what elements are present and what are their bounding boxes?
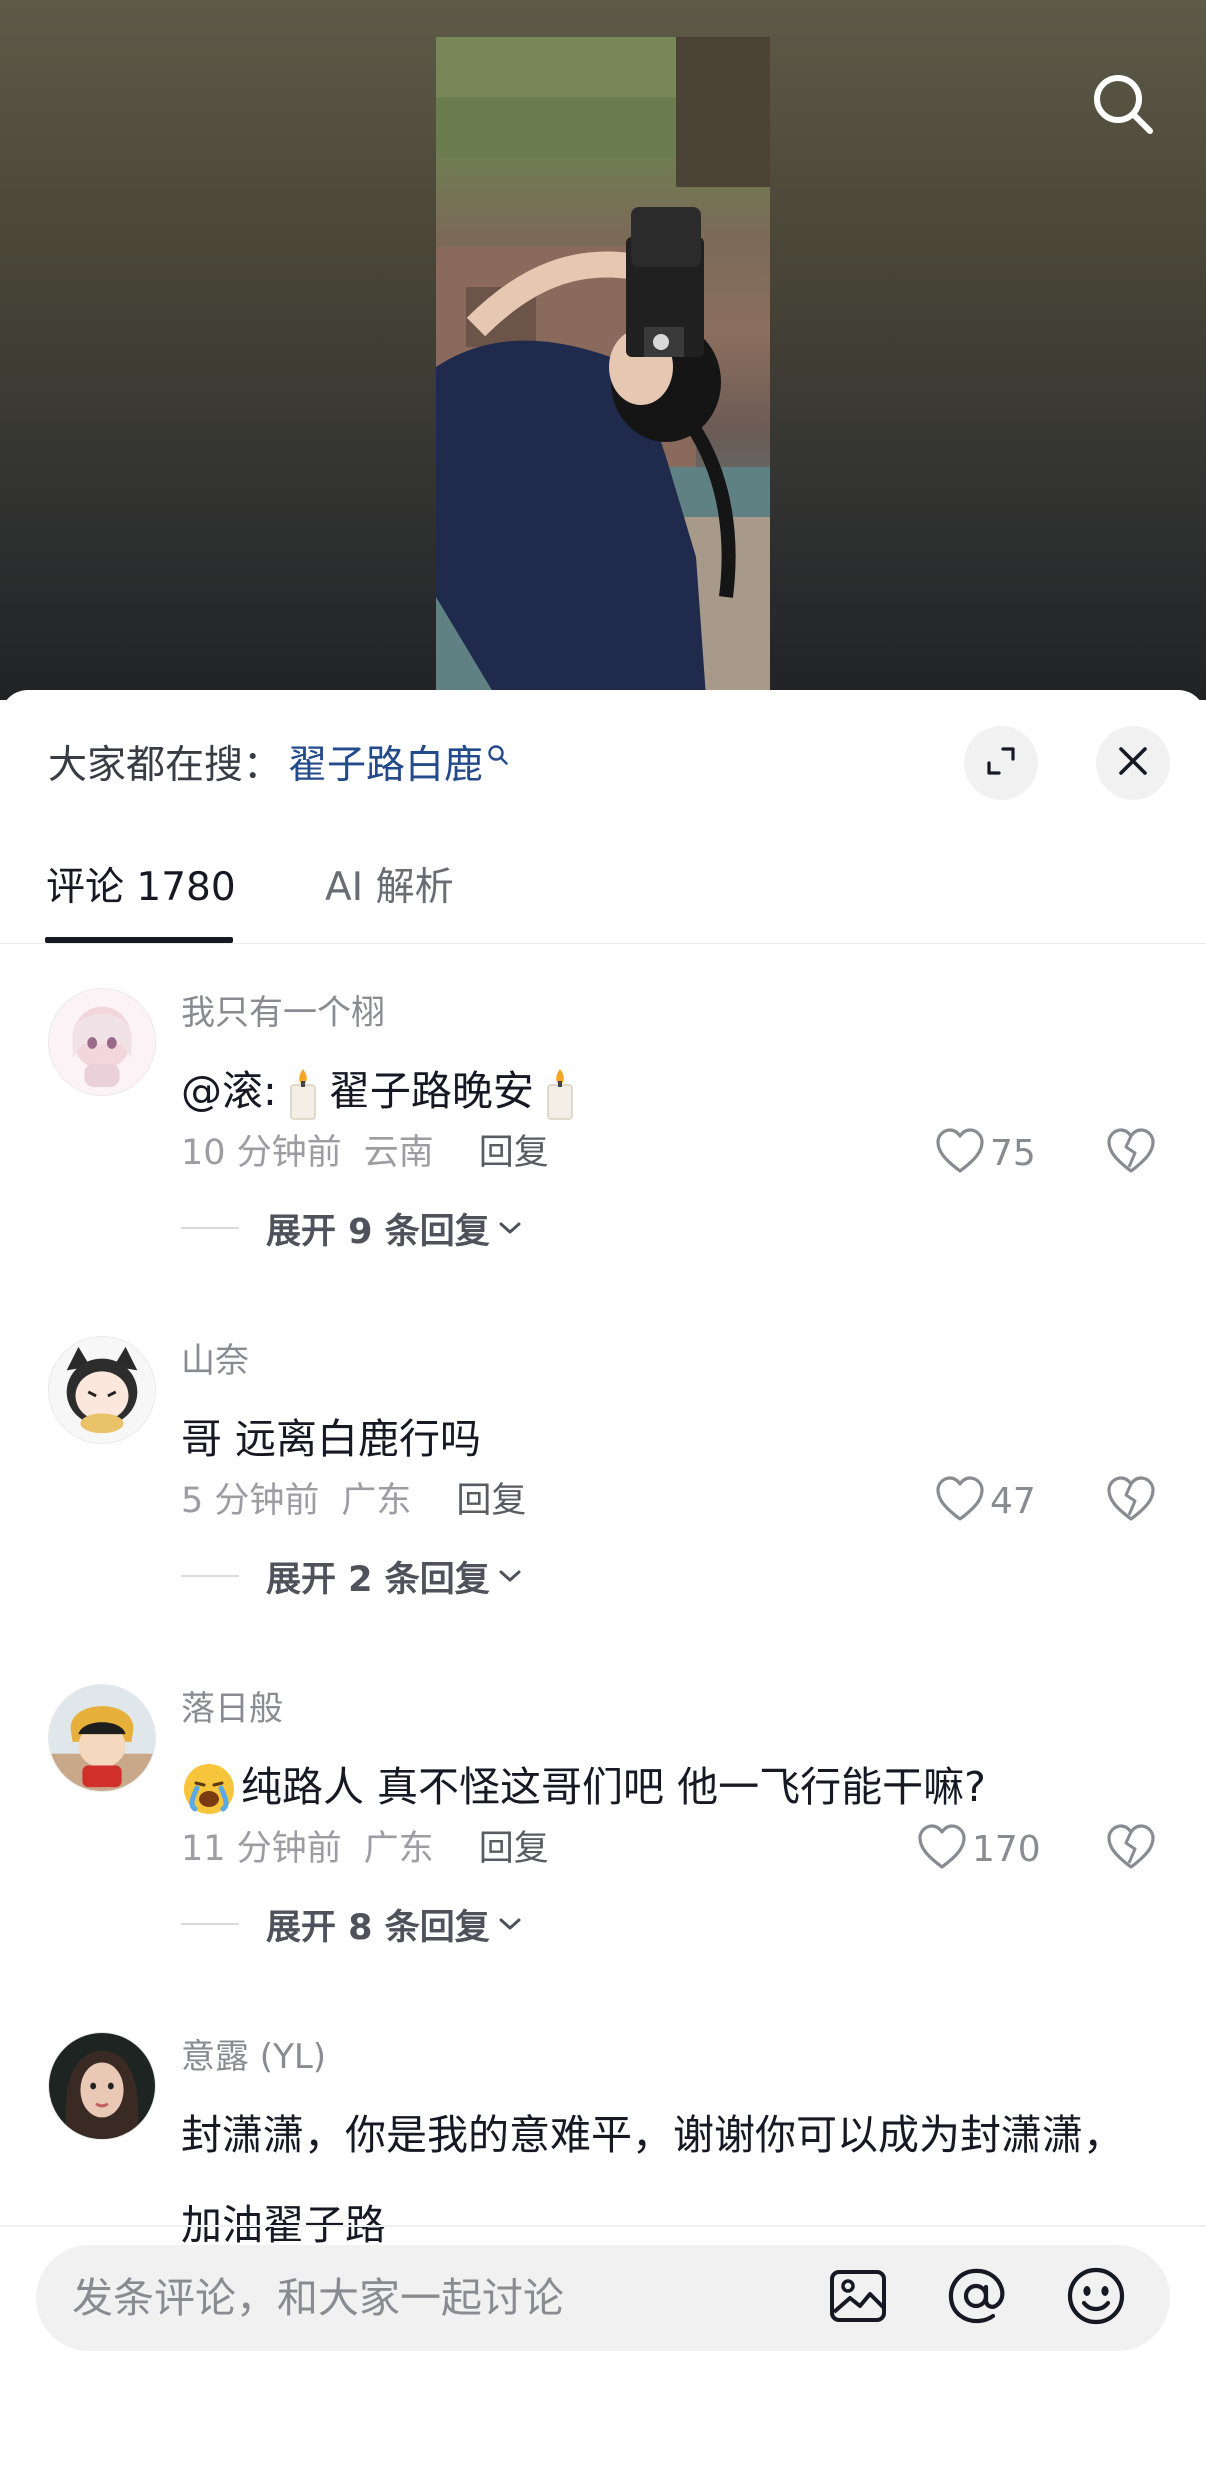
like-button[interactable]: 47	[934, 1466, 1036, 1536]
search-button[interactable]	[1085, 68, 1161, 144]
comments-sheet: 大家都在搜： 翟子路白鹿 评论 1780 AI 解析 我只有一个栩 @滚: 翟子…	[0, 690, 1206, 2473]
small-search-icon	[487, 744, 509, 766]
tab-bar: 评论 1780 AI 解析	[0, 840, 1206, 944]
comment-item: 山奈 哥 远离白鹿行吗 5 分钟前 广东 回复 47 展开 2 条回复	[0, 1336, 1206, 1600]
comment-item: 我只有一个栩 @滚: 翟子路晚安 10 分钟前 云南 回复 75 展开 9 条回复	[0, 988, 1206, 1252]
expand-replies-button[interactable]: 展开 2 条回复	[181, 1546, 522, 1606]
comment-text: 哥 远离白鹿行吗	[181, 1415, 482, 1463]
comment-meta: 10 分钟前 云南 回复	[181, 1128, 549, 1178]
broken-heart-icon	[1105, 1823, 1157, 1875]
reply-button[interactable]: 回复	[479, 1829, 549, 1869]
image-icon	[828, 2266, 888, 2330]
video-frame	[436, 37, 770, 697]
comment-location: 广东	[341, 1481, 412, 1521]
trending-prefix: 大家都在搜：	[48, 743, 283, 788]
comment-text-body: 纯路人 真不怪这哥们吧 他一飞行能干嘛?	[241, 1763, 986, 1811]
expand-icon	[983, 743, 1019, 783]
divider-line	[181, 1923, 239, 1925]
tab-ai-analysis[interactable]: AI 解析	[325, 858, 454, 918]
reply-button[interactable]: 回复	[456, 1481, 526, 1521]
comment-username[interactable]: 山奈	[181, 1336, 249, 1386]
dislike-button[interactable]	[1101, 1118, 1161, 1188]
avatar[interactable]	[48, 988, 156, 1096]
divider-line	[181, 1227, 239, 1229]
avatar[interactable]	[48, 2032, 156, 2140]
comment-time: 10 分钟前	[181, 1133, 342, 1173]
tab-comments[interactable]: 评论 1780	[46, 858, 236, 918]
comment-location: 云南	[363, 1133, 434, 1173]
broken-heart-icon	[1105, 1127, 1157, 1179]
broken-heart-icon	[1105, 1475, 1157, 1527]
like-count: 47	[990, 1480, 1036, 1522]
close-icon	[1116, 744, 1150, 782]
comment-username[interactable]: 落日般	[181, 1684, 283, 1734]
avatar[interactable]	[48, 1336, 156, 1444]
emoji-icon	[1065, 2265, 1127, 2331]
trending-search[interactable]: 大家都在搜： 翟子路白鹿	[48, 732, 509, 792]
reply-button[interactable]: 回复	[479, 1133, 549, 1173]
comment-meta: 11 分钟前 广东 回复	[181, 1824, 549, 1874]
emoji-button[interactable]	[1064, 2266, 1128, 2330]
search-icon	[1090, 71, 1156, 141]
candle-emoji-icon	[540, 1062, 580, 1120]
dislike-button[interactable]	[1101, 1814, 1161, 1884]
heart-icon	[916, 1823, 968, 1875]
expand-button[interactable]	[964, 726, 1038, 800]
expand-replies-label: 展开 2 条回复	[266, 1559, 490, 1600]
heart-icon	[934, 1475, 986, 1527]
active-tab-indicator	[45, 937, 233, 943]
comment-text: 封潇潇，你是我的意难平，谢谢你可以成为封潇潇，加油翟子路	[181, 2111, 1124, 2249]
comment-item: 落日般 纯路人 真不怪这哥们吧 他一飞行能干嘛? 11 分钟前 广东 回复 170 …	[0, 1684, 1206, 1948]
comment-input[interactable]: 发条评论，和大家一起讨论	[72, 2245, 564, 2351]
like-button[interactable]: 170	[916, 1814, 1041, 1884]
comment-time: 5 分钟前	[181, 1481, 320, 1521]
like-count: 170	[972, 1828, 1041, 1870]
comment-location: 广东	[363, 1829, 434, 1869]
sheet-header: 大家都在搜： 翟子路白鹿	[0, 690, 1206, 810]
expand-replies-button[interactable]: 展开 8 条回复	[181, 1894, 522, 1954]
chevron-down-icon	[498, 1916, 522, 1932]
comment-text: 纯路人 真不怪这哥们吧 他一飞行能干嘛?	[181, 1742, 986, 1832]
divider-line	[181, 1575, 239, 1577]
comment-username[interactable]: 我只有一个栩	[181, 988, 385, 1038]
mention-button[interactable]	[944, 2266, 1008, 2330]
comment-text: @滚: 翟子路晚安	[181, 1046, 586, 1136]
divider	[0, 2225, 1206, 2227]
mention-text[interactable]: @滚:	[181, 1067, 277, 1115]
comment-time: 11 分钟前	[181, 1829, 342, 1869]
expand-replies-button[interactable]: 展开 9 条回复	[181, 1198, 522, 1258]
at-icon	[945, 2265, 1007, 2331]
crying-face-emoji-icon	[181, 1758, 237, 1814]
close-button[interactable]	[1096, 726, 1170, 800]
candle-emoji-icon	[283, 1062, 323, 1120]
expand-replies-label: 展开 8 条回复	[266, 1907, 490, 1948]
like-count: 75	[990, 1132, 1036, 1174]
comment-input-bar: 发条评论，和大家一起讨论	[36, 2245, 1170, 2351]
comment-text-body: 翟子路晚安	[328, 1067, 534, 1115]
heart-icon	[934, 1127, 986, 1179]
comment-meta: 5 分钟前 广东 回复	[181, 1476, 526, 1526]
expand-replies-label: 展开 9 条回复	[266, 1211, 490, 1252]
video-player[interactable]	[0, 0, 1206, 700]
trending-keyword-link[interactable]: 翟子路白鹿	[288, 734, 483, 790]
comment-username[interactable]: 意露 (YL)	[181, 2032, 326, 2082]
chevron-down-icon	[498, 1220, 522, 1236]
comment-item: 意露 (YL) 封潇潇，你是我的意难平，谢谢你可以成为封潇潇，加油翟子路	[0, 2032, 1206, 2249]
image-button[interactable]	[826, 2266, 890, 2330]
dislike-button[interactable]	[1101, 1466, 1161, 1536]
like-button[interactable]: 75	[934, 1118, 1036, 1188]
chevron-down-icon	[498, 1568, 522, 1584]
avatar[interactable]	[48, 1684, 156, 1792]
